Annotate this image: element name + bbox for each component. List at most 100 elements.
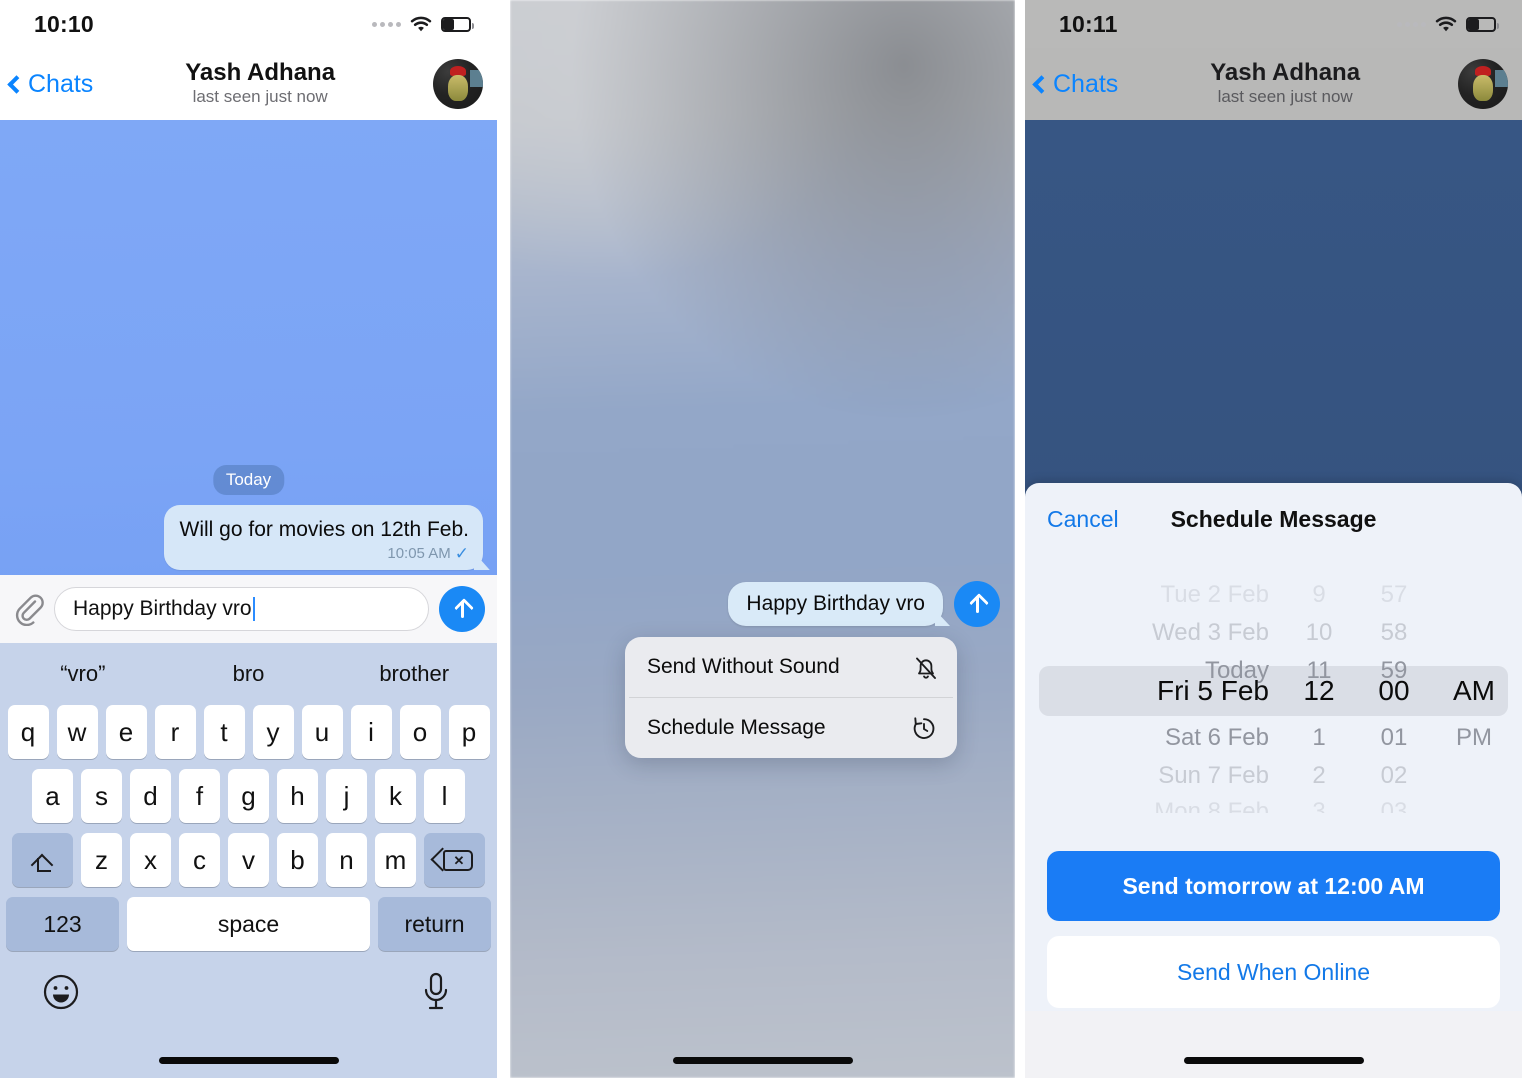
key-d[interactable]: d [130, 769, 171, 823]
text-caret [252, 597, 255, 621]
datetime-picker[interactable]: Tue 2 Feb 9 57 Wed 3 Feb 10 58 Today 11 … [1025, 563, 1522, 813]
key-n[interactable]: n [326, 833, 367, 887]
back-to-chats-button[interactable]: Chats [1032, 69, 1119, 99]
key-j[interactable]: j [326, 769, 367, 823]
send-button[interactable] [439, 586, 485, 632]
chevron-left-icon [1032, 74, 1051, 94]
contact-avatar[interactable] [433, 59, 483, 109]
key-z[interactable]: z [81, 833, 122, 887]
return-key[interactable]: return [378, 897, 491, 951]
key-w[interactable]: w [56, 705, 98, 759]
prediction-2[interactable]: brother [331, 661, 497, 687]
key-l[interactable]: l [424, 769, 465, 823]
picker-date: Tue 2 Feb [1160, 581, 1269, 608]
chat-nav-bar: Chats Yash Adhana last seen just now [0, 48, 497, 120]
picker-row[interactable]: Sun 7 Feb 2 02 [1025, 756, 1522, 796]
picker-hour: 2 [1312, 762, 1326, 789]
chevron-left-icon [7, 74, 26, 94]
message-time: 10:05 AM [387, 545, 451, 563]
sheet-header: Cancel Schedule Message [1025, 483, 1522, 555]
chat-nav-bar: Chats Yash Adhana last seen just now [1025, 48, 1522, 120]
contact-status: last seen just now [1217, 87, 1353, 107]
prediction-1[interactable]: bro [166, 661, 332, 687]
back-label: Chats [1053, 69, 1119, 98]
space-key[interactable]: space [127, 897, 370, 951]
key-s[interactable]: s [81, 769, 122, 823]
microphone-icon[interactable] [421, 971, 451, 1018]
battery-icon [1466, 16, 1499, 32]
key-h[interactable]: h [277, 769, 318, 823]
pending-message-bubble[interactable]: Happy Birthday vro [728, 582, 943, 626]
key-x[interactable]: x [130, 833, 171, 887]
picker-minute: 58 [1380, 619, 1408, 646]
contact-avatar[interactable] [1458, 59, 1508, 109]
send-button-held[interactable] [954, 581, 1000, 627]
menu-item-send-without-sound[interactable]: Send Without Sound [625, 637, 957, 697]
message-input-row: Happy Birthday vro [0, 575, 497, 643]
picker-row[interactable]: Mon 8 Feb 3 03 [1025, 792, 1522, 813]
backspace-key[interactable]: ✕ [424, 833, 485, 887]
wifi-icon [409, 15, 433, 33]
key-k[interactable]: k [375, 769, 416, 823]
panel-schedule-message-sheet: 10:11 Chats Yash Adhana last seen just n… [1025, 0, 1522, 1078]
home-indicator [158, 1057, 339, 1064]
key-o[interactable]: o [399, 705, 441, 759]
message-input-value: Happy Birthday vro [73, 597, 252, 620]
picker-minute: 01 [1380, 724, 1408, 751]
picker-minute: 57 [1380, 581, 1408, 608]
key-m[interactable]: m [375, 833, 416, 887]
emoji-smiley-icon[interactable] [42, 973, 80, 1016]
picker-meridiem: PM [1456, 724, 1492, 751]
shift-icon [32, 849, 54, 872]
key-v[interactable]: v [228, 833, 269, 887]
key-a[interactable]: a [32, 769, 73, 823]
key-c[interactable]: c [179, 833, 220, 887]
shift-key[interactable] [12, 833, 73, 887]
cancel-button[interactable]: Cancel [1047, 506, 1119, 533]
key-q[interactable]: q [7, 705, 49, 759]
key-f[interactable]: f [179, 769, 220, 823]
blurred-chat-background [510, 0, 1015, 1078]
picker-date: Sun 7 Feb [1158, 762, 1269, 789]
picker-row-selected[interactable]: Fri 5 Feb 12 00 AM [1025, 666, 1522, 716]
prediction-0[interactable]: “vro” [0, 661, 166, 687]
key-e[interactable]: e [105, 705, 147, 759]
key-y[interactable]: y [252, 705, 294, 759]
picker-row[interactable]: Wed 3 Feb 10 58 [1025, 613, 1522, 653]
picker-date: Fri 5 Feb [1156, 675, 1269, 706]
clock-arrow-icon [911, 714, 937, 742]
key-i[interactable]: i [350, 705, 392, 759]
chat-message-area: Today Will go for movies on 12th Feb. 10… [0, 120, 497, 1078]
key-g[interactable]: g [228, 769, 269, 823]
key-b[interactable]: b [277, 833, 318, 887]
signal-dots-icon [1397, 21, 1426, 27]
send-scheduled-button[interactable]: Send tomorrow at 12:00 AM [1047, 851, 1500, 921]
date-separator: Today [212, 465, 285, 495]
picker-hour: 12 [1303, 675, 1335, 706]
send-when-online-button[interactable]: Send When Online [1047, 936, 1500, 1008]
back-label: Chats [28, 69, 94, 98]
menu-item-schedule-message[interactable]: Schedule Message [625, 698, 957, 758]
prediction-bar: “vro” bro brother [0, 643, 497, 705]
keyboard-row-4: 123 space return [0, 897, 497, 951]
back-to-chats-button[interactable]: Chats [7, 69, 94, 99]
key-p[interactable]: p [448, 705, 490, 759]
status-bar: 10:10 [0, 0, 497, 48]
picker-row[interactable]: Sat 6 Feb 1 01 PM [1025, 718, 1522, 758]
paperclip-icon[interactable] [12, 592, 44, 627]
numbers-key[interactable]: 123 [6, 897, 119, 951]
message-input[interactable]: Happy Birthday vro [54, 587, 429, 631]
status-bar: 10:11 [1025, 0, 1522, 48]
key-r[interactable]: r [154, 705, 196, 759]
panel-compose-with-keyboard: 10:10 Chats Yash Adhana last seen just n… [0, 0, 497, 1078]
picker-minute: 00 [1378, 675, 1410, 706]
key-u[interactable]: u [301, 705, 343, 759]
picker-date: Mon 8 Feb [1154, 798, 1269, 813]
key-t[interactable]: t [203, 705, 245, 759]
picker-row[interactable]: Tue 2 Feb 9 57 [1025, 575, 1522, 615]
message-bubble-outgoing[interactable]: Will go for movies on 12th Feb. 10:05 AM… [163, 505, 483, 571]
picker-hour: 10 [1305, 619, 1333, 646]
contact-header[interactable]: Yash Adhana last seen just now [1112, 59, 1458, 110]
contact-header[interactable]: Yash Adhana last seen just now [87, 59, 433, 110]
contact-name: Yash Adhana [1210, 58, 1361, 86]
